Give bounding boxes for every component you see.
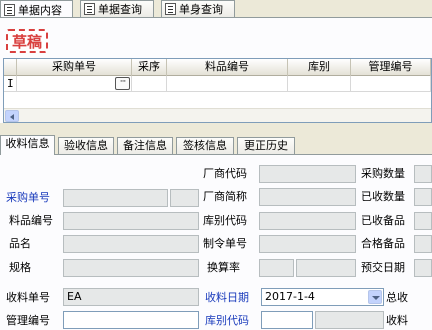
tab-inspection-info[interactable]: 验收信息 [58, 137, 114, 154]
scroll-left-icon[interactable] [5, 110, 19, 122]
tab-remarks-info[interactable]: 备注信息 [117, 137, 173, 154]
receipt-date-field[interactable]: 2017-1-4 [261, 288, 384, 306]
received-qty-field[interactable] [414, 188, 432, 206]
receipt-date-value: 2017-1-4 [265, 290, 315, 303]
purchase-seq-field[interactable] [170, 189, 199, 207]
column-header[interactable]: 管理编号 [351, 59, 431, 76]
column-header[interactable]: 采序 [132, 59, 167, 76]
cell-sequence[interactable] [132, 76, 167, 92]
receive-label: 收料 [386, 314, 408, 327]
row-selector[interactable] [4, 76, 17, 92]
ellipsis-button[interactable]: ··· [115, 77, 130, 90]
horizontal-scrollbar[interactable] [4, 108, 431, 122]
tab-detail-query[interactable]: 单身查询 [161, 0, 235, 17]
spec-label: 规格 [9, 261, 31, 274]
warehouse-code2-label: 库别代码 [205, 314, 249, 327]
product-name-label: 品名 [9, 237, 31, 250]
warehouse-code-field[interactable] [259, 212, 356, 230]
tab-document-query[interactable]: 单据查询 [80, 0, 154, 17]
vendor-abbr-field[interactable] [259, 188, 356, 206]
conversion-rate-field-b[interactable] [296, 259, 356, 277]
receipt-date-label: 收料日期 [205, 291, 249, 304]
column-header[interactable]: 库别 [288, 59, 351, 76]
column-header[interactable]: 料品编号 [167, 59, 288, 76]
item-no-label: 料品编号 [9, 214, 53, 227]
expected-date-field[interactable] [414, 259, 432, 277]
table-row[interactable]: I ··· [4, 76, 431, 92]
cell-warehouse[interactable] [288, 76, 351, 92]
document-tabs: 单据内容 单据查询 单身查询 [0, 0, 432, 18]
document-icon [165, 3, 176, 15]
conversion-rate-label: 换算率 [207, 261, 240, 274]
cell-mgmt-no[interactable] [351, 76, 431, 92]
product-name-field[interactable] [63, 235, 199, 253]
vendor-abbr-label: 厂商简称 [203, 190, 247, 203]
cell-item-no[interactable] [167, 76, 288, 92]
detail-grid[interactable]: 采购单号 采序 料品编号 库别 管理编号 I ··· [3, 58, 432, 123]
column-header[interactable]: 采购单号 [17, 59, 132, 76]
received-qty-label: 已收数量 [361, 190, 405, 203]
tab-receipt-info[interactable]: 收料信息 [0, 135, 55, 155]
received-spares-label: 已收备品 [361, 214, 405, 227]
expected-date-label: 预交日期 [361, 261, 405, 274]
tab-correction-history[interactable]: 更正历史 [237, 137, 295, 154]
tab-document-content[interactable]: 单据内容 [0, 0, 73, 18]
warehouse-code2-field-b[interactable] [315, 311, 384, 329]
qualified-spares-field[interactable] [414, 235, 432, 253]
vendor-code-field[interactable] [259, 165, 356, 183]
tab-document-content-label: 单据内容 [18, 3, 62, 17]
mgmt-no-label: 管理编号 [6, 314, 50, 327]
tab-document-query-label: 单据查询 [98, 3, 142, 16]
purchase-no-label: 采购单号 [6, 191, 50, 204]
grid-corner [4, 59, 17, 76]
receipt-no-field[interactable]: EA [63, 288, 199, 306]
manufacture-order-label: 制令单号 [203, 237, 247, 250]
receipt-no-value: EA [67, 290, 82, 303]
grid-header: 采购单号 采序 料品编号 库别 管理编号 [4, 59, 431, 76]
purchase-no-field[interactable] [63, 189, 168, 207]
document-icon [84, 3, 95, 15]
chevron-down-icon[interactable] [368, 290, 382, 304]
tab-detail-query-label: 单身查询 [179, 3, 223, 16]
purchase-qty-label: 采购数量 [361, 167, 405, 180]
document-icon [4, 3, 15, 16]
spec-field[interactable] [63, 259, 199, 277]
total-label: 总收 [386, 291, 408, 304]
item-no-field[interactable] [63, 212, 199, 230]
tab-approval-info[interactable]: 签核信息 [176, 137, 234, 154]
warehouse-code-label: 库别代码 [203, 214, 247, 227]
warehouse-code2-field-a[interactable] [261, 311, 313, 329]
manufacture-order-field[interactable] [259, 235, 356, 253]
draft-badge: 草稿 [6, 29, 48, 53]
qualified-spares-label: 合格备品 [361, 237, 405, 250]
mgmt-no-field[interactable] [63, 311, 199, 329]
conversion-rate-field-a[interactable] [259, 259, 294, 277]
receipt-no-label: 收料单号 [6, 291, 50, 304]
received-spares-field[interactable] [414, 212, 432, 230]
purchase-qty-field[interactable] [414, 165, 432, 183]
vendor-code-label: 厂商代码 [203, 167, 247, 180]
